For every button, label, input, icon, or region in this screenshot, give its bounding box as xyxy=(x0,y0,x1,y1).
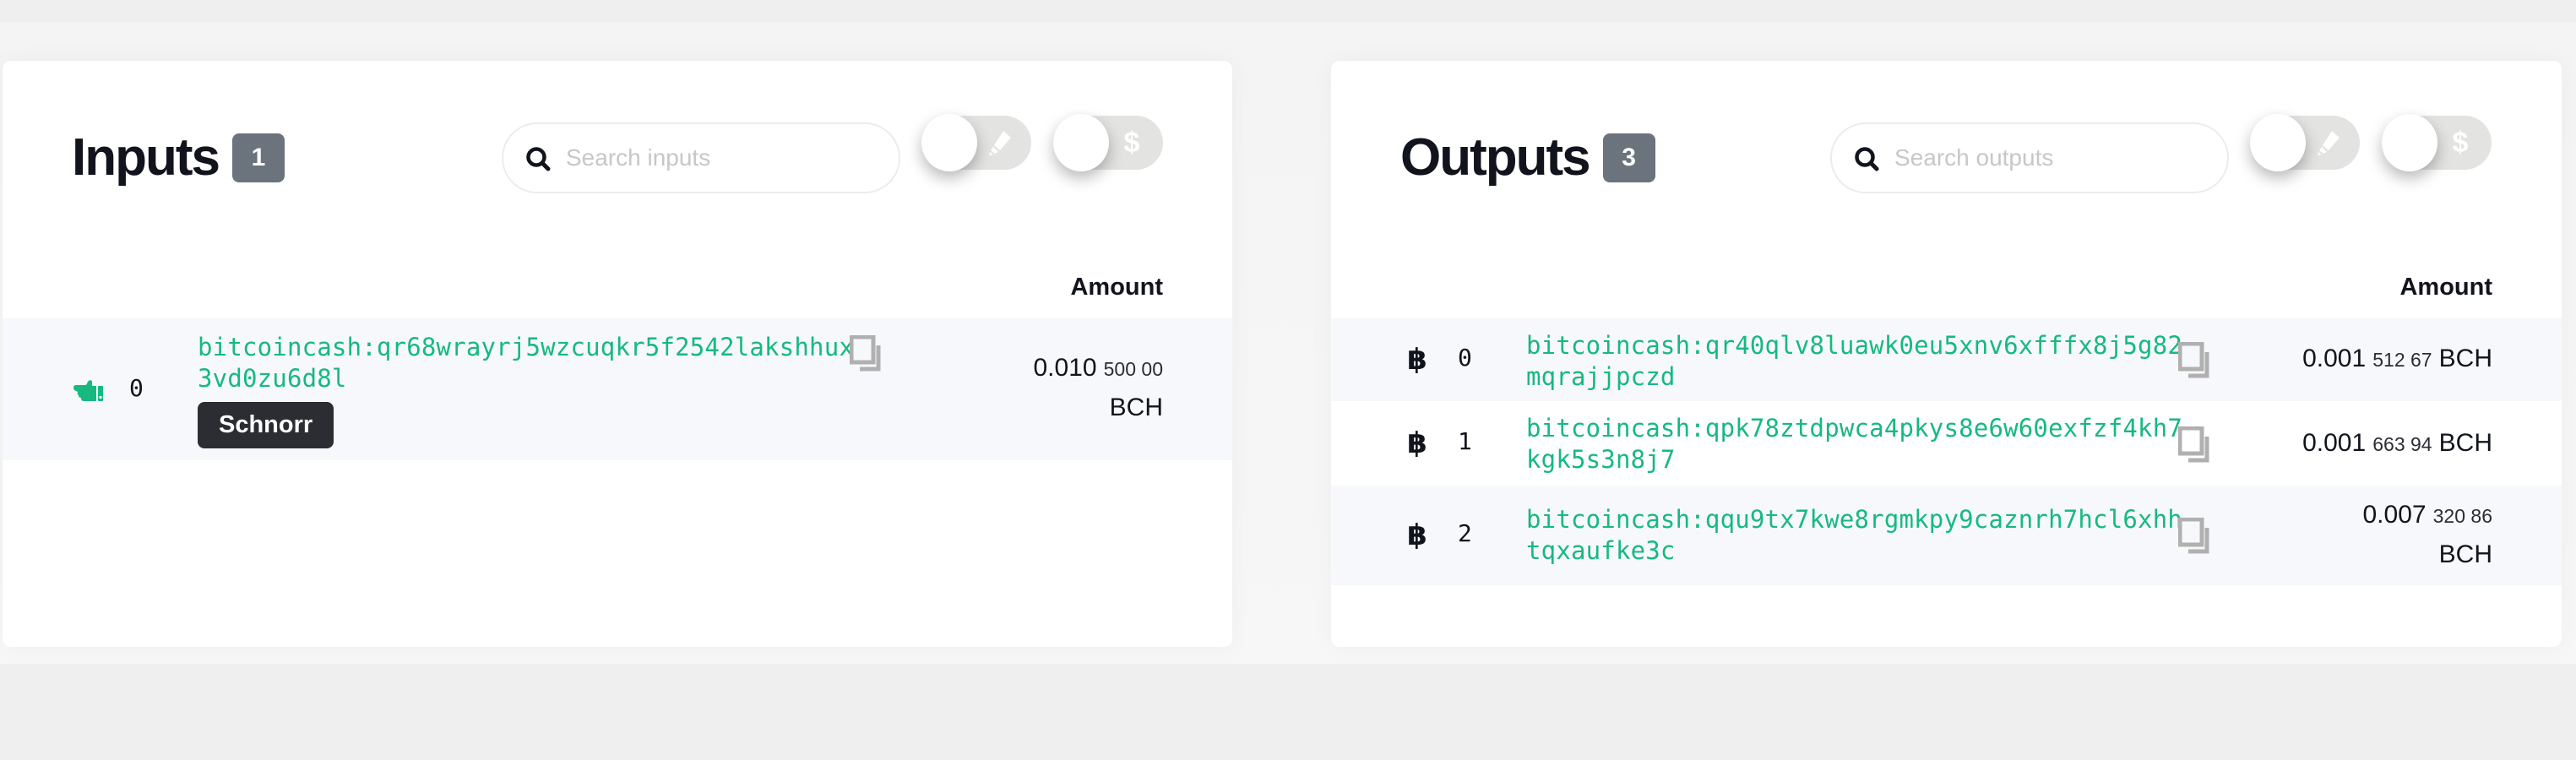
output-address-link[interactable]: bitcoincash:qqu9tx7kwe8rgmkpy9caznrh7hcl… xyxy=(1526,504,2185,567)
input-index: 0 xyxy=(129,374,144,402)
copy-icon[interactable] xyxy=(2178,518,2212,555)
dollar-icon: $ xyxy=(1123,127,1140,159)
output-index: 2 xyxy=(1458,519,1472,547)
top-strip xyxy=(0,0,2576,22)
outputs-fiat-toggle[interactable]: $ xyxy=(2382,114,2492,171)
output-address-link[interactable]: bitcoincash:qr40qlv8luawk0eu5xnv6xfffx8j… xyxy=(1526,330,2185,393)
outputs-title: Outputs 3 xyxy=(1400,132,1655,184)
search-icon xyxy=(1855,147,1879,171)
outputs-count-badge: 3 xyxy=(1602,133,1655,182)
highlighter-icon xyxy=(2318,131,2340,155)
amount-minor: 512 67 xyxy=(2372,349,2432,371)
amount-major: 0.001 xyxy=(2302,429,2367,457)
amount-minor: 663 94 xyxy=(2372,433,2432,455)
toggle-knob[interactable] xyxy=(1053,114,1109,171)
inputs-count-badge: 1 xyxy=(231,133,285,182)
output-index: 1 xyxy=(1458,427,1472,455)
amount-major: 0.001 xyxy=(2302,345,2367,372)
toggle-knob[interactable] xyxy=(2382,114,2437,171)
output-row: ฿ 1 bitcoincash:qpk78ztdpwca4pkys8e6w60e… xyxy=(1331,401,2562,486)
inputs-list: 0 bitcoincash:qr68wrayrj5wzcuqkr5f2542la… xyxy=(3,318,1232,460)
outputs-header: Outputs 3 $ xyxy=(1331,61,2562,255)
amount-minor: 320 86 xyxy=(2432,505,2492,527)
output-amount: 0.007 320 86 BCH xyxy=(2323,496,2493,574)
input-amount: 0.010 500 00 BCH xyxy=(994,349,1164,427)
copy-icon[interactable] xyxy=(2178,426,2212,464)
input-address-link[interactable]: bitcoincash:qr68wrayrj5wzcuqkr5f2542laks… xyxy=(198,332,856,394)
copy-icon[interactable] xyxy=(2178,342,2212,379)
amount-minor: 500 00 xyxy=(1103,358,1163,380)
highlighter-icon xyxy=(989,131,1011,155)
outputs-panel: Outputs 3 $ Amount xyxy=(1331,61,2562,647)
input-row: 0 bitcoincash:qr68wrayrj5wzcuqkr5f2542la… xyxy=(3,318,1232,460)
output-row: ฿ 0 bitcoincash:qr40qlv8luawk0eu5xnv6xff… xyxy=(1331,318,2562,401)
hand-point-left-icon xyxy=(73,380,103,401)
svg-text:฿: ฿ xyxy=(1407,427,1427,458)
svg-text:฿: ฿ xyxy=(1407,344,1427,374)
svg-text:฿: ฿ xyxy=(1407,519,1427,550)
inputs-title: Inputs 1 xyxy=(72,132,285,184)
output-amount: 0.001 512 67 BCH xyxy=(2302,339,2492,379)
output-index: 0 xyxy=(1458,344,1472,372)
outputs-search[interactable] xyxy=(1830,122,2229,193)
outputs-title-text: Outputs xyxy=(1400,128,1591,187)
bitcoin-icon: ฿ xyxy=(1407,519,1427,550)
inputs-search-input[interactable] xyxy=(566,124,887,192)
outputs-search-input[interactable] xyxy=(1894,124,2215,192)
inputs-fiat-toggle[interactable]: $ xyxy=(1053,114,1163,171)
dollar-icon: $ xyxy=(2452,127,2469,159)
amount-column-header: Amount xyxy=(2399,274,2492,301)
outputs-list: ฿ 0 bitcoincash:qr40qlv8luawk0eu5xnv6xff… xyxy=(1331,318,2562,585)
copy-icon[interactable] xyxy=(850,335,883,372)
amount-column-header: Amount xyxy=(1070,274,1163,301)
toggle-knob[interactable] xyxy=(921,114,977,171)
inputs-header: Inputs 1 $ xyxy=(3,61,1232,255)
search-icon xyxy=(526,147,551,171)
amount-unit: BCH xyxy=(2438,345,2492,372)
outputs-highlight-toggle[interactable] xyxy=(2250,114,2360,171)
schnorr-badge: Schnorr xyxy=(198,402,334,448)
amount-major: 0.010 xyxy=(1033,354,1097,382)
inputs-panel: Inputs 1 $ Amount xyxy=(3,61,1232,647)
inputs-highlight-toggle[interactable] xyxy=(921,114,1031,171)
bitcoin-icon: ฿ xyxy=(1407,344,1427,374)
amount-unit: BCH xyxy=(1109,394,1163,421)
amount-major: 0.007 xyxy=(2362,501,2427,529)
output-address-link[interactable]: bitcoincash:qpk78ztdpwca4pkys8e6w60exfzf… xyxy=(1526,413,2185,475)
toggle-knob[interactable] xyxy=(2250,114,2306,171)
amount-unit: BCH xyxy=(2438,429,2492,457)
bitcoin-icon: ฿ xyxy=(1407,427,1427,458)
output-amount: 0.001 663 94 BCH xyxy=(2302,424,2492,464)
amount-unit: BCH xyxy=(2438,540,2492,568)
inputs-title-text: Inputs xyxy=(72,128,220,187)
inputs-search[interactable] xyxy=(502,122,900,193)
output-row: ฿ 2 bitcoincash:qqu9tx7kwe8rgmkpy9caznrh… xyxy=(1331,486,2562,585)
